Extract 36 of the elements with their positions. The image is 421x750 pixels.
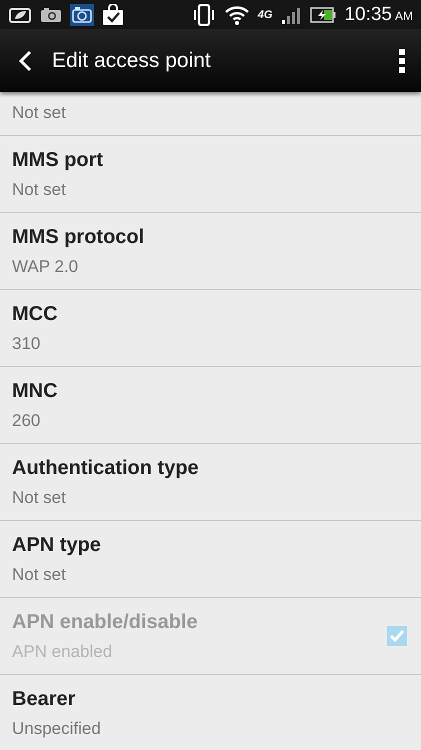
network-type: 4G [258,8,272,20]
setting-summary: 260 [12,410,42,430]
camera-icon [40,6,62,24]
setting-item[interactable]: MMS port Not set [0,136,421,213]
battery-charging-icon [310,6,336,22]
setting-title: APN type [12,534,102,556]
setting-item[interactable]: Bearer Unspecified [0,675,421,750]
setting-summary: Not set [12,488,67,508]
wifi-icon [224,4,250,26]
setting-title: MNC [12,380,59,402]
setting-item[interactable]: MCC 310 [0,290,421,367]
setting-title: Bearer [12,688,76,710]
overflow-menu-icon[interactable] [399,48,405,72]
setting-summary: 310 [12,334,42,354]
setting-title: APN enable/disable [12,610,199,634]
signal-icon [280,6,302,24]
setting-summary: Unspecified [12,718,102,738]
clock: 10:35 AM [344,4,413,26]
setting-summary: WAP 2.0 [12,256,80,276]
back-icon[interactable] [18,50,32,72]
shopping-bag-icon [102,4,124,26]
setting-item[interactable]: MNC 260 [0,367,421,444]
setting-item[interactable]: Authentication type Not set [0,444,421,521]
screen-title: Edit access point [52,48,212,72]
setting-title: MCC [12,302,59,326]
setting-summary: Not set [12,103,66,123]
camera-icon [70,4,94,26]
setting-item[interactable]: APN type Not set [0,521,421,598]
vibrate-icon [192,4,216,26]
setting-summary: Not set [12,564,67,584]
setting-summary: Not set [12,180,67,200]
setting-title: MMS port [12,148,104,172]
setting-title: Authentication type [12,456,200,480]
setting-item[interactable]: MMS protocol WAP 2.0 [0,213,421,290]
leaf-icon [8,6,32,24]
setting-title: MMS protocol [12,226,146,248]
